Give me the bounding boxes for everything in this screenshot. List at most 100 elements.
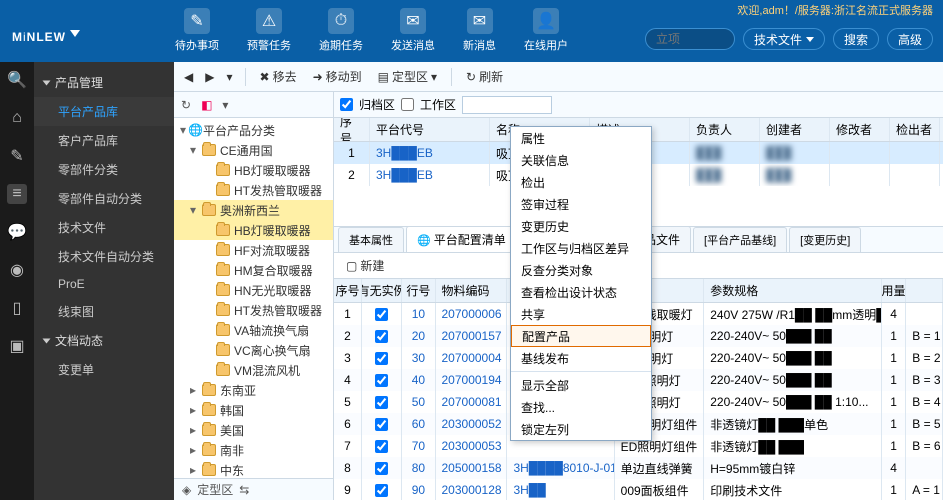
sidebar-item-platform-lib[interactable]: 平台产品库 bbox=[34, 97, 174, 126]
tree-node[interactable]: HN无光取暖器 bbox=[174, 280, 333, 300]
tree-node[interactable]: VC离心换气扇 bbox=[174, 340, 333, 360]
row-instance-chk[interactable] bbox=[375, 330, 388, 343]
rail-search-icon[interactable]: 🔍 bbox=[7, 70, 27, 90]
tree[interactable]: ▾🌐 平台产品分类 ▾CE通用国 HB灯暖取暖器 HT发热管取暖器 ▾奥洲新西兰… bbox=[174, 118, 333, 478]
rail-edit-icon[interactable]: ✎ bbox=[7, 146, 27, 166]
col-sn[interactable]: 序号 bbox=[334, 118, 370, 141]
ctx-chhist[interactable]: 变更历史 bbox=[511, 215, 651, 237]
search-input[interactable] bbox=[645, 28, 735, 50]
tree-node[interactable]: ▸韩国 bbox=[174, 400, 333, 420]
ctx-share[interactable]: 共享 bbox=[511, 303, 651, 325]
top-icon-overdue[interactable]: ⏱逾期任务 bbox=[319, 8, 363, 53]
sidebar-item-harness[interactable]: 线束图 bbox=[34, 297, 174, 326]
row-instance-chk[interactable] bbox=[375, 308, 388, 321]
row-instance-chk[interactable] bbox=[375, 352, 388, 365]
sidebar-item-part-cat[interactable]: 零部件分类 bbox=[34, 155, 174, 184]
tree-expand-icon[interactable]: ▾ bbox=[219, 97, 231, 113]
rail-chat-icon[interactable]: 💬 bbox=[7, 222, 27, 242]
top-icon-newmsg[interactable]: ✉新消息 bbox=[463, 8, 496, 53]
top-icon-todo[interactable]: ✎待办事项 bbox=[175, 8, 219, 53]
rail-home-icon[interactable]: ⌂ bbox=[7, 108, 27, 128]
sidebar-group-doc[interactable]: 文档动态 bbox=[34, 326, 174, 355]
row-instance-chk[interactable] bbox=[375, 418, 388, 431]
search-button[interactable]: 搜索 bbox=[833, 28, 879, 50]
top-bar: 欢迎,adm！/服务器:浙江名流正式服务器 MiNLEW ✎待办事项 ⚠预警任务… bbox=[0, 0, 943, 62]
tab-basic[interactable]: 基本属性 bbox=[338, 227, 404, 252]
tab-bom[interactable]: 🌐 平台配置清单 bbox=[406, 226, 517, 252]
ctx-viewdes[interactable]: 查看检出设计状态 bbox=[511, 281, 651, 303]
col-creator[interactable]: 创建者 bbox=[760, 118, 830, 141]
filter-input[interactable] bbox=[462, 96, 552, 114]
ctx-cfgprod[interactable]: 配置产品 bbox=[511, 325, 651, 347]
row-instance-chk[interactable] bbox=[375, 374, 388, 387]
ctx-rel[interactable]: 关联信息 bbox=[511, 149, 651, 171]
row-instance-chk[interactable] bbox=[375, 396, 388, 409]
logo[interactable]: MiNLEW bbox=[12, 16, 80, 48]
tree-node[interactable]: ▸南非 bbox=[174, 440, 333, 460]
tree-tag-icon[interactable]: ◧ bbox=[198, 97, 215, 113]
tb-dingxing[interactable]: ▤ 定型区 ▾ bbox=[372, 66, 443, 87]
tree-node[interactable]: ▾CE通用国 bbox=[174, 140, 333, 160]
sidebar-group-product[interactable]: 产品管理 bbox=[34, 68, 174, 97]
tb-moveto[interactable]: ➜ 移动到 bbox=[307, 66, 368, 87]
chk-gongzuo[interactable] bbox=[401, 98, 414, 111]
top-icon-online[interactable]: 👤在线用户 bbox=[524, 8, 568, 53]
tree-node-selected[interactable]: HB灯暖取暖器 bbox=[174, 220, 333, 240]
tb-nav-fwd[interactable]: ▶ bbox=[201, 68, 218, 86]
tech-doc-select[interactable]: 技术文件 bbox=[743, 28, 825, 50]
tree-node[interactable]: ▸美国 bbox=[174, 420, 333, 440]
advanced-button[interactable]: 高级 bbox=[887, 28, 933, 50]
col-owner[interactable]: 负责人 bbox=[690, 118, 760, 141]
sidebar-item-techdoc-auto[interactable]: 技术文件自动分类 bbox=[34, 242, 174, 271]
tb-nav-drop[interactable]: ▾ bbox=[222, 68, 236, 86]
rail-db-icon[interactable]: ≡ bbox=[7, 184, 27, 204]
tree-node[interactable]: HB灯暖取暖器 bbox=[174, 160, 333, 180]
tree-node[interactable]: VM混流风机 bbox=[174, 360, 333, 380]
sidebar-item-proe[interactable]: ProE bbox=[34, 271, 174, 297]
row-instance-chk[interactable] bbox=[375, 440, 388, 453]
tree-node[interactable]: VA轴流换气扇 bbox=[174, 320, 333, 340]
chk-guidang[interactable] bbox=[340, 98, 353, 111]
context-menu[interactable]: 属性 关联信息 检出 签审过程 变更历史 工作区与归档区差异 反查分类对象 查看… bbox=[510, 126, 652, 441]
ctx-checkout[interactable]: 检出 bbox=[511, 171, 651, 193]
ctx-lock[interactable]: 锁定左列 bbox=[511, 418, 651, 440]
row-instance-chk[interactable] bbox=[375, 484, 388, 497]
tree-node[interactable]: HF对流取暖器 bbox=[174, 240, 333, 260]
grid2-row[interactable]: 8802050001583H████8010-J-01单边直线弹簧H=95mm镀… bbox=[334, 457, 943, 479]
col-chk[interactable]: 检出者 bbox=[890, 118, 940, 141]
tree-node[interactable]: HT发热管取暖器 bbox=[174, 180, 333, 200]
tree-node[interactable]: ▸东南亚 bbox=[174, 380, 333, 400]
top-icon-alert[interactable]: ⚠预警任务 bbox=[247, 8, 291, 53]
col-mod[interactable]: 修改者 bbox=[830, 118, 890, 141]
col-code[interactable]: 平台代号 bbox=[370, 118, 490, 141]
tb-moveout[interactable]: ✖ 移去 bbox=[254, 66, 303, 87]
rail-radio-icon[interactable]: ◉ bbox=[7, 260, 27, 280]
ctx-revcat[interactable]: 反查分类对象 bbox=[511, 259, 651, 281]
tb-refresh[interactable]: ↻ 刷新 bbox=[460, 66, 509, 87]
tab-history[interactable]: [变更历史] bbox=[789, 227, 861, 252]
tree-node[interactable]: ▸中东 bbox=[174, 460, 333, 478]
ctx-baseline[interactable]: 基线发布 bbox=[511, 347, 651, 369]
ctx-find[interactable]: 查找... bbox=[511, 396, 651, 418]
tree-refresh-icon[interactable]: ↻ bbox=[178, 97, 194, 113]
top-icon-send[interactable]: ✉发送消息 bbox=[391, 8, 435, 53]
sidebar-item-part-auto[interactable]: 零部件自动分类 bbox=[34, 184, 174, 213]
tb-nav-back[interactable]: ◀ bbox=[180, 68, 197, 86]
sidebar-item-change[interactable]: 变更单 bbox=[34, 355, 174, 384]
grid2-row[interactable]: 9902030001283H██009面板组件印刷技术文件1A = 1 bbox=[334, 479, 943, 500]
ctx-props[interactable]: 属性 bbox=[511, 127, 651, 149]
row-instance-chk[interactable] bbox=[375, 462, 388, 475]
tree-root[interactable]: ▾🌐 平台产品分类 bbox=[174, 120, 333, 140]
tree-node[interactable]: ▾奥洲新西兰 bbox=[174, 200, 333, 220]
tree-node[interactable]: HM复合取暖器 bbox=[174, 260, 333, 280]
tab-baseline[interactable]: [平台产品基线] bbox=[693, 227, 787, 252]
btn-new[interactable]: ▢ 新建 bbox=[340, 255, 390, 276]
ctx-showall[interactable]: 显示全部 bbox=[511, 374, 651, 396]
rail-book-icon[interactable]: ▯ bbox=[7, 298, 27, 318]
rail-screen-icon[interactable]: ▣ bbox=[7, 336, 27, 356]
tree-node[interactable]: HT发热管取暖器 bbox=[174, 300, 333, 320]
sidebar-item-customer-lib[interactable]: 客户产品库 bbox=[34, 126, 174, 155]
sidebar-item-techdoc[interactable]: 技术文件 bbox=[34, 213, 174, 242]
ctx-diff[interactable]: 工作区与归档区差异 bbox=[511, 237, 651, 259]
ctx-approve[interactable]: 签审过程 bbox=[511, 193, 651, 215]
